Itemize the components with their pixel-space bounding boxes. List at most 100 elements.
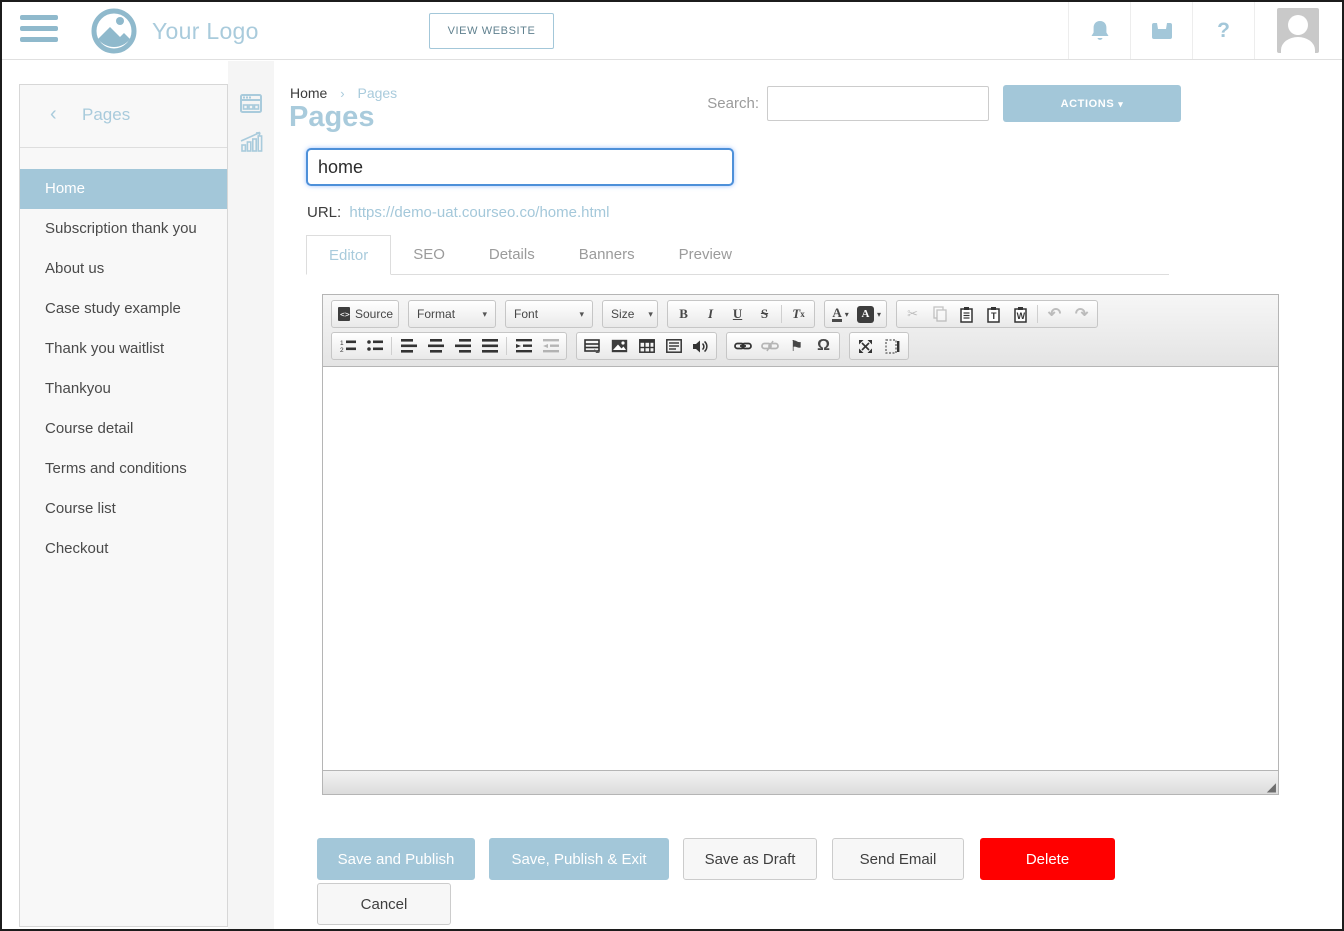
save-and-publish-button[interactable]: Save and Publish bbox=[317, 838, 475, 880]
logo[interactable]: Your Logo bbox=[90, 7, 259, 55]
back-chevron-icon[interactable]: ‹ bbox=[50, 103, 57, 126]
tab-preview[interactable]: Preview bbox=[657, 235, 754, 275]
inbox-icon bbox=[1150, 20, 1174, 42]
unlink-icon[interactable] bbox=[756, 334, 783, 358]
chevron-down-icon: ▾ bbox=[1118, 99, 1123, 109]
tab-banners[interactable]: Banners bbox=[557, 235, 657, 275]
editor-status-bar: ◢ bbox=[323, 770, 1278, 794]
link-icon[interactable] bbox=[729, 334, 756, 358]
editor-toolbar: <> Source Format▾ Font▾ Size▾ B I U S bbox=[323, 295, 1278, 367]
sidebar-item-course-list[interactable]: Course list bbox=[20, 489, 227, 529]
sidebar-item-checkout[interactable]: Checkout bbox=[20, 529, 227, 569]
anchor-icon[interactable]: ⚑ bbox=[783, 334, 810, 358]
sidebar-item-home[interactable]: Home bbox=[20, 169, 227, 209]
image-icon[interactable] bbox=[606, 334, 633, 358]
italic-button[interactable]: I bbox=[697, 302, 724, 326]
size-dropdown[interactable]: Size▾ bbox=[605, 302, 655, 326]
maximize-icon[interactable] bbox=[852, 334, 879, 358]
font-dropdown[interactable]: Font▾ bbox=[508, 302, 590, 326]
svg-text:<>: <> bbox=[340, 310, 350, 319]
outdent-icon[interactable] bbox=[537, 334, 564, 358]
text-color-button[interactable]: A▾ bbox=[827, 302, 854, 326]
indent-icon[interactable] bbox=[510, 334, 537, 358]
pages-layout-button[interactable] bbox=[228, 85, 274, 123]
underline-button[interactable]: U bbox=[724, 302, 751, 326]
url-line: URL: https://demo-uat.courseo.co/home.ht… bbox=[307, 204, 610, 221]
chevron-down-icon: ▾ bbox=[845, 310, 849, 319]
cut-icon[interactable]: ✂ bbox=[899, 302, 926, 326]
paste-as-text-icon[interactable]: T bbox=[980, 302, 1007, 326]
logo-text: Your Logo bbox=[152, 18, 259, 45]
resize-handle-icon[interactable]: ◢ bbox=[1267, 781, 1276, 793]
search-input[interactable] bbox=[767, 86, 989, 121]
div-container-icon[interactable] bbox=[660, 334, 687, 358]
save-as-draft-button[interactable]: Save as Draft bbox=[683, 838, 817, 880]
bell-icon bbox=[1089, 19, 1111, 43]
sidebar-item-course-detail[interactable]: Course detail bbox=[20, 409, 227, 449]
svg-text:T: T bbox=[991, 311, 997, 321]
search-area: Search: bbox=[707, 86, 989, 121]
sidebar-page-list: Home Subscription thank you About us Cas… bbox=[20, 169, 227, 569]
special-character-icon[interactable]: Ω bbox=[810, 334, 837, 358]
help-button[interactable]: ? bbox=[1192, 2, 1254, 59]
remove-format-button[interactable]: Tx bbox=[785, 302, 812, 326]
template-icon[interactable] bbox=[579, 334, 606, 358]
paste-icon[interactable] bbox=[953, 302, 980, 326]
notifications-button[interactable] bbox=[1068, 2, 1130, 59]
chevron-down-icon: ▾ bbox=[483, 309, 488, 320]
numbered-list-icon[interactable]: 12 bbox=[334, 334, 361, 358]
view-website-button[interactable]: VIEW WEBSITE bbox=[429, 13, 554, 49]
strikethrough-button[interactable]: S bbox=[751, 302, 778, 326]
table-icon[interactable] bbox=[633, 334, 660, 358]
undo-icon[interactable]: ↶ bbox=[1041, 302, 1068, 326]
actions-dropdown-button[interactable]: ACTIONS▾ bbox=[1003, 85, 1181, 122]
user-menu[interactable] bbox=[1254, 2, 1342, 59]
tab-seo[interactable]: SEO bbox=[391, 235, 467, 275]
sidebar-item-thankyou[interactable]: Thankyou bbox=[20, 369, 227, 409]
top-header: Your Logo VIEW WEBSITE bbox=[2, 2, 1342, 60]
breadcrumb-home[interactable]: Home bbox=[290, 85, 327, 101]
send-email-button[interactable]: Send Email bbox=[832, 838, 964, 880]
quick-tools-column bbox=[228, 61, 274, 931]
page-url-link[interactable]: https://demo-uat.courseo.co/home.html bbox=[349, 204, 609, 221]
align-left-icon[interactable] bbox=[395, 334, 422, 358]
svg-text:1: 1 bbox=[340, 340, 344, 347]
show-blocks-icon[interactable] bbox=[879, 334, 906, 358]
delete-button[interactable]: Delete bbox=[980, 838, 1115, 880]
help-icon: ? bbox=[1217, 19, 1230, 43]
sidebar-item-subscription-thank-you[interactable]: Subscription thank you bbox=[20, 209, 227, 249]
copy-icon[interactable] bbox=[926, 302, 953, 326]
align-center-icon[interactable] bbox=[422, 334, 449, 358]
hamburger-menu-icon[interactable] bbox=[20, 15, 58, 45]
save-publish-exit-button[interactable]: Save, Publish & Exit bbox=[489, 838, 669, 880]
page-name-input[interactable] bbox=[306, 148, 734, 186]
bold-button[interactable]: B bbox=[670, 302, 697, 326]
editor-content-area[interactable] bbox=[323, 367, 1278, 770]
format-dropdown[interactable]: Format▾ bbox=[411, 302, 493, 326]
tab-bar: Editor SEO Details Banners Preview bbox=[306, 235, 1169, 275]
bar-chart-icon bbox=[239, 130, 263, 154]
align-right-icon[interactable] bbox=[449, 334, 476, 358]
source-button[interactable]: <> Source bbox=[334, 302, 396, 326]
audio-icon[interactable] bbox=[687, 334, 714, 358]
tab-details[interactable]: Details bbox=[467, 235, 557, 275]
cancel-button[interactable]: Cancel bbox=[317, 883, 451, 925]
sidebar-item-terms-and-conditions[interactable]: Terms and conditions bbox=[20, 449, 227, 489]
svg-text:W: W bbox=[1017, 311, 1026, 321]
paste-from-word-icon[interactable]: W bbox=[1007, 302, 1034, 326]
rich-text-editor: <> Source Format▾ Font▾ Size▾ B I U S bbox=[322, 294, 1279, 795]
bulleted-list-icon[interactable] bbox=[361, 334, 388, 358]
webpage-layout-icon bbox=[239, 92, 263, 116]
tab-editor[interactable]: Editor bbox=[306, 235, 391, 275]
stats-button[interactable] bbox=[228, 123, 274, 161]
inbox-button[interactable] bbox=[1130, 2, 1192, 59]
sidebar-item-case-study-example[interactable]: Case study example bbox=[20, 289, 227, 329]
background-color-button[interactable]: A▾ bbox=[854, 302, 884, 326]
justify-icon[interactable] bbox=[476, 334, 503, 358]
logo-image-icon bbox=[90, 7, 138, 55]
sidebar-item-about-us[interactable]: About us bbox=[20, 249, 227, 289]
sidebar-item-thank-you-waitlist[interactable]: Thank you waitlist bbox=[20, 329, 227, 369]
avatar bbox=[1277, 8, 1319, 53]
redo-icon[interactable]: ↷ bbox=[1068, 302, 1095, 326]
search-label: Search: bbox=[707, 95, 759, 112]
